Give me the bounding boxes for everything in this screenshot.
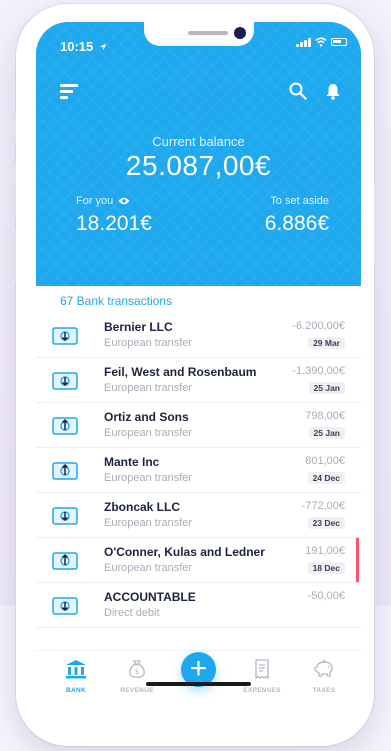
- for-you-value: 18.201€: [76, 212, 152, 235]
- transfer-out-icon: [52, 327, 78, 345]
- phone-power-button: [374, 184, 378, 264]
- transaction-row[interactable]: O'Conner, Kulas and Ledner European tran…: [36, 538, 361, 583]
- for-you-label: For you: [76, 195, 130, 207]
- transaction-amount: -1.390,00€: [292, 365, 345, 377]
- transaction-type: European transfer: [104, 382, 193, 394]
- search-icon[interactable]: [289, 82, 307, 100]
- transaction-type: European transfer: [104, 517, 193, 529]
- transaction-amount: 191,00€: [305, 545, 345, 557]
- transaction-name: Ortiz and Sons: [104, 410, 189, 424]
- status-icons: [296, 37, 347, 47]
- transfer-out-icon: [52, 372, 78, 390]
- svg-text:$: $: [135, 668, 139, 676]
- bell-icon[interactable]: [325, 82, 341, 100]
- transaction-row[interactable]: Feil, West and Rosenbaum European transf…: [36, 358, 361, 403]
- nav-item-revenue[interactable]: $ REVENUE: [113, 659, 161, 694]
- current-balance-label: Current balance: [152, 134, 245, 149]
- phone-volume-up-button: [12, 162, 16, 216]
- transaction-row[interactable]: Bernier LLC European transfer -6.200,00€…: [36, 313, 361, 358]
- transfer-in-icon: [52, 552, 78, 570]
- transaction-amount: 801,00€: [305, 455, 345, 467]
- transaction-name: Bernier LLC: [104, 320, 173, 334]
- receipt-icon: [255, 659, 269, 680]
- transaction-date: 25 Jan: [308, 382, 345, 394]
- transaction-type: European transfer: [104, 427, 193, 439]
- status-time: 10:15: [60, 39, 107, 54]
- nav-label-expenses: EXPENSES: [243, 687, 281, 694]
- nav-label-revenue: REVENUE: [120, 687, 154, 694]
- transactions-list: Bernier LLC European transfer -6.200,00€…: [36, 313, 361, 628]
- transfer-out-icon: [52, 507, 78, 525]
- transaction-name: O'Conner, Kulas and Ledner: [104, 545, 265, 559]
- eye-icon[interactable]: [118, 197, 130, 205]
- home-indicator[interactable]: [146, 682, 251, 686]
- transaction-row[interactable]: Mante Inc European transfer 801,00€ 24 D…: [36, 448, 361, 493]
- nav-item-bank[interactable]: BANK: [52, 659, 100, 694]
- front-camera: [234, 27, 246, 39]
- bottom-nav: BANK $ REVENUE + EXPENSES TAXES: [36, 650, 361, 723]
- location-arrow-icon: [99, 43, 107, 51]
- nav-label-taxes: TAXES: [312, 687, 336, 694]
- app-screen: 10:15 Current balance 25.087,00€ For you…: [36, 22, 361, 723]
- transaction-date: 24 Dec: [307, 472, 345, 484]
- transaction-date: 18 Dec: [307, 562, 345, 574]
- nav-label-bank: BANK: [66, 687, 86, 694]
- transaction-name: Feil, West and Rosenbaum: [104, 365, 257, 379]
- bank-icon: [66, 660, 86, 679]
- battery-icon: [331, 38, 347, 46]
- signal-icon: [296, 37, 311, 47]
- to-set-aside-value: 6.886€: [264, 212, 329, 235]
- transaction-name: Mante Inc: [104, 455, 160, 469]
- transaction-name: ACCOUNTABLE: [104, 590, 196, 604]
- phone-volume-down-button: [12, 229, 16, 283]
- transaction-name: Zboncak LLC: [104, 500, 181, 514]
- balance-header: 10:15 Current balance 25.087,00€ For you…: [36, 22, 361, 286]
- menu-icon[interactable]: [60, 84, 78, 100]
- transfer-out-icon: [52, 597, 78, 615]
- transaction-amount: -772,00€: [301, 500, 345, 512]
- transaction-row[interactable]: ACCOUNTABLE Direct debit -50,00€: [36, 583, 361, 628]
- transaction-date: 23 Dec: [307, 517, 345, 529]
- transaction-amount: -50,00€: [307, 590, 345, 602]
- phone-side-button: [12, 114, 16, 144]
- transaction-row[interactable]: Zboncak LLC European transfer -772,00€ 2…: [36, 493, 361, 538]
- transaction-row[interactable]: Ortiz and Sons European transfer 798,00€…: [36, 403, 361, 448]
- transaction-type: European transfer: [104, 562, 193, 574]
- transaction-date: 29 Mar: [308, 337, 345, 349]
- transaction-amount: 798,00€: [305, 410, 345, 422]
- current-balance-value: 25.087,00€: [125, 150, 272, 181]
- transaction-type: European transfer: [104, 337, 193, 349]
- header-actions: [289, 82, 341, 100]
- to-set-aside-label: To set aside: [270, 195, 329, 207]
- transaction-type: Direct debit: [104, 607, 160, 619]
- phone-speaker: [188, 31, 228, 35]
- piggy-bank-icon: [314, 659, 333, 677]
- for-you-label-text: For you: [76, 195, 114, 207]
- transaction-date: 25 Jan: [308, 427, 345, 439]
- nav-item-taxes[interactable]: TAXES: [300, 659, 348, 694]
- transaction-type: European transfer: [104, 472, 193, 484]
- wifi-icon: [315, 37, 327, 47]
- transfer-in-icon: [52, 462, 78, 480]
- transaction-amount: -6.200,00€: [292, 320, 345, 332]
- nav-item-expenses[interactable]: EXPENSES: [238, 659, 286, 694]
- transfer-in-icon: [52, 417, 78, 435]
- transactions-heading[interactable]: 67 Bank transactions: [60, 294, 172, 308]
- status-time-text: 10:15: [60, 39, 94, 54]
- money-bag-icon: $: [129, 660, 145, 678]
